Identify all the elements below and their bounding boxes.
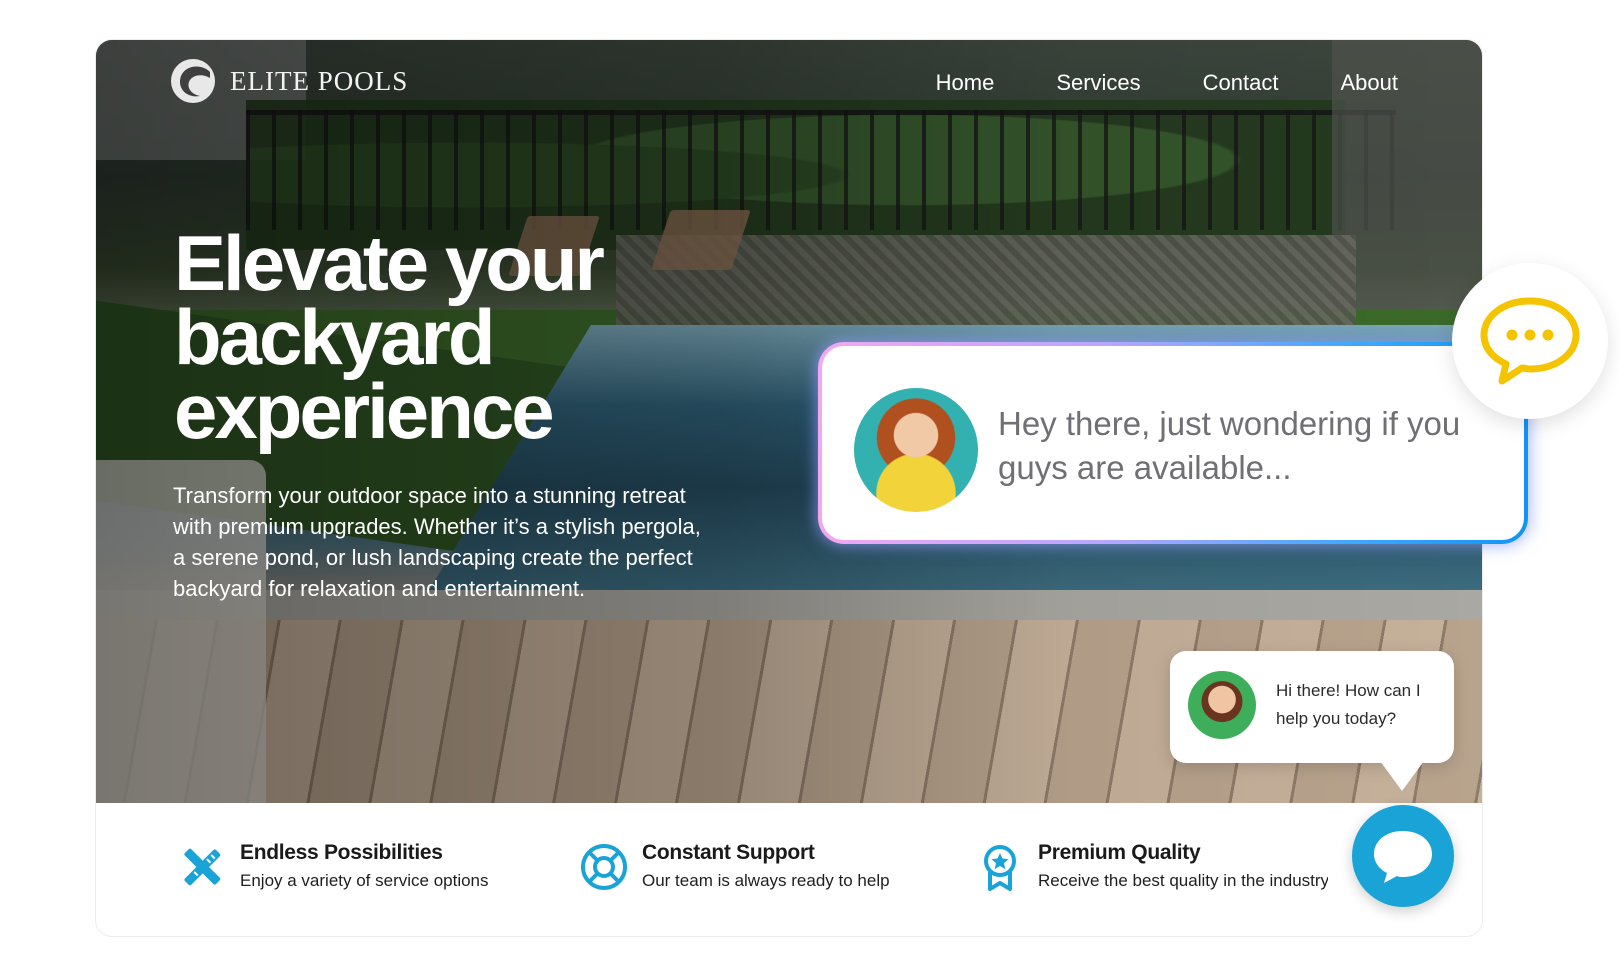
feature-constant-support: Constant Support Our team is always read… bbox=[580, 841, 890, 891]
chat-icon bbox=[1374, 831, 1432, 883]
stage: ELITE POOLS Home Services Contact About … bbox=[0, 0, 1619, 972]
feature-description: Enjoy a variety of service options bbox=[240, 871, 489, 890]
hero-description: Transform your outdoor space into a stun… bbox=[173, 483, 701, 601]
feature-text: Constant Support Our team is always read… bbox=[642, 841, 890, 891]
chat-launcher-button[interactable] bbox=[1352, 805, 1454, 907]
hero-headline: Elevate your backyard experience bbox=[174, 219, 605, 455]
main-nav: Home Services Contact About bbox=[936, 70, 1398, 96]
message-text: Hey there, just wondering if you guys ar… bbox=[998, 405, 1461, 486]
feature-premium-quality: Premium Quality Receive the best quality… bbox=[976, 841, 1328, 891]
chat-greeting-text: Hi there! How can I help you today? bbox=[1276, 681, 1421, 728]
agent-avatar bbox=[1188, 671, 1256, 739]
wave-c-logo-icon bbox=[171, 59, 215, 103]
feature-text: Endless Possibilities Enjoy a variety of… bbox=[240, 841, 489, 891]
brand-logo[interactable]: ELITE POOLS bbox=[170, 58, 408, 104]
speech-bubble-dots-icon-graphic bbox=[1480, 297, 1580, 385]
nav-home[interactable]: Home bbox=[936, 70, 995, 96]
features-strip: Endless Possibilities Enjoy a variety of… bbox=[96, 803, 1482, 936]
feature-title: Premium Quality bbox=[1038, 841, 1201, 864]
feature-description: Receive the best quality in the industry bbox=[1038, 871, 1328, 890]
message-body: Hey there, just wondering if you guys ar… bbox=[822, 346, 1524, 540]
feature-endless-possibilities: Endless Possibilities Enjoy a variety of… bbox=[178, 841, 489, 891]
lifebuoy-icon bbox=[581, 844, 627, 890]
nav-contact[interactable]: Contact bbox=[1203, 70, 1279, 96]
tools-icon bbox=[184, 848, 221, 886]
feature-description: Our team is always ready to help bbox=[642, 871, 890, 890]
nav-services[interactable]: Services bbox=[1056, 70, 1140, 96]
brand-name: ELITE POOLS bbox=[230, 65, 409, 96]
chat-greeting-popup[interactable]: Hi there! How can I help you today? bbox=[1170, 651, 1454, 791]
feature-title: Endless Possibilities bbox=[240, 841, 443, 864]
speech-bubble-dots-icon[interactable] bbox=[1452, 263, 1608, 419]
incoming-message-card[interactable]: Hey there, just wondering if you guys ar… bbox=[818, 342, 1528, 544]
award-badge-icon bbox=[984, 845, 1016, 891]
feature-title: Constant Support bbox=[642, 841, 815, 864]
nav-about[interactable]: About bbox=[1341, 70, 1399, 96]
feature-text: Premium Quality Receive the best quality… bbox=[1038, 841, 1328, 891]
customer-avatar bbox=[854, 388, 978, 512]
